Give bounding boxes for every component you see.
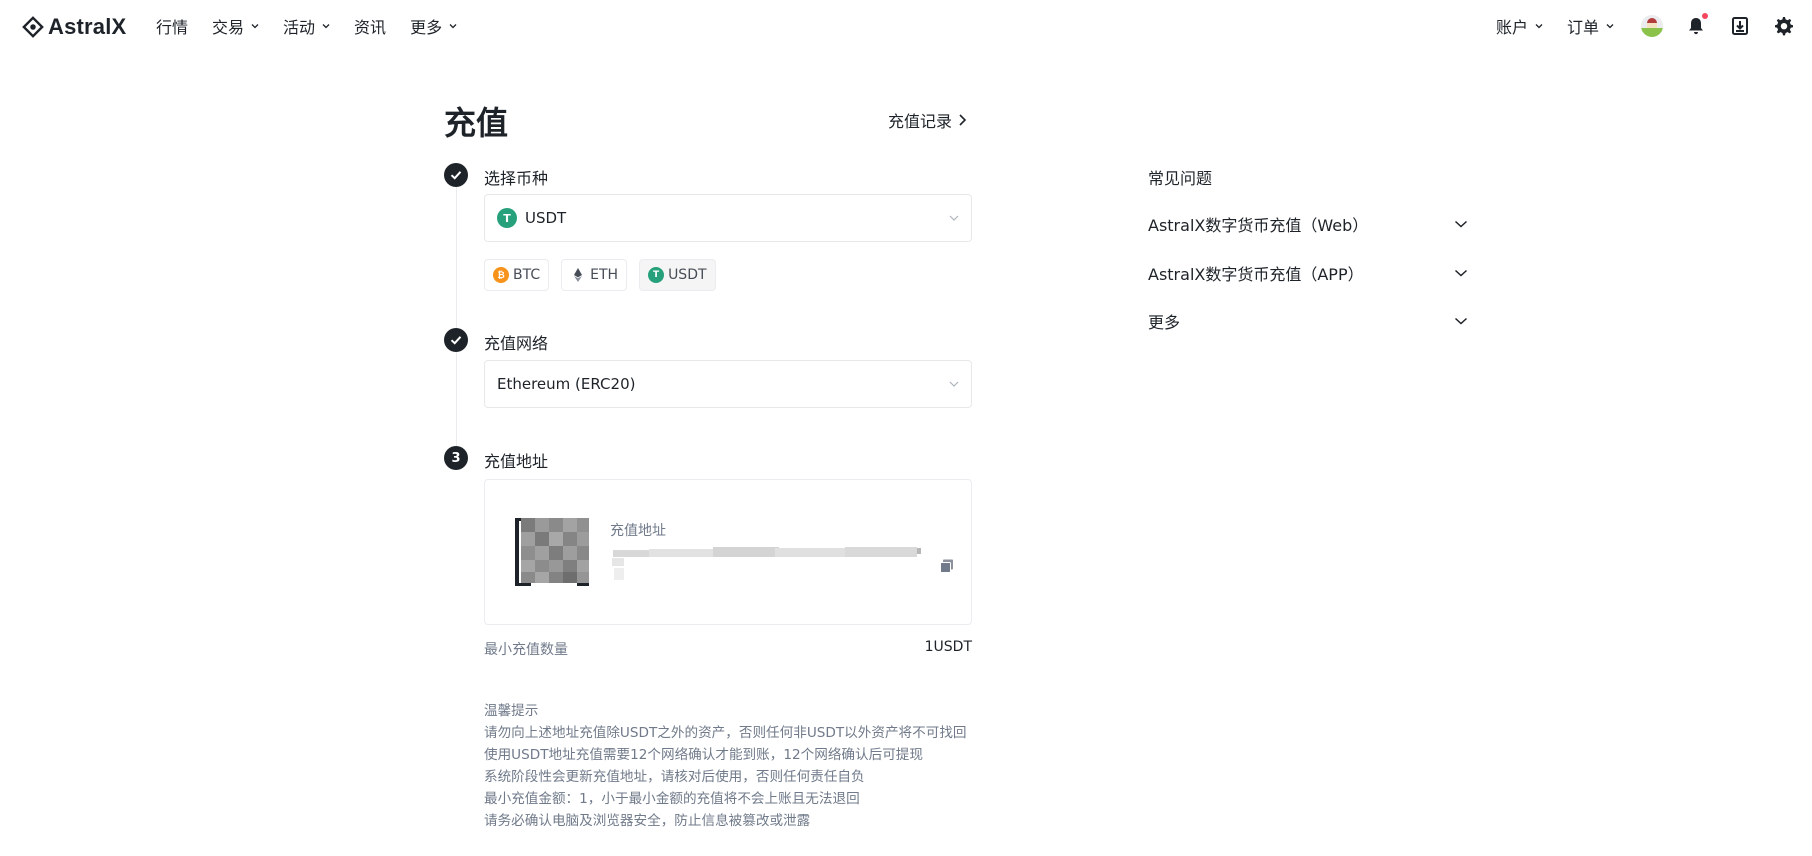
deposit-address-card: 充值地址 [484,479,972,625]
avatar-icon [1641,15,1663,37]
logo-mark-icon [22,16,44,38]
coin-chip-usdt[interactable]: T USDT [639,259,716,291]
qr-code[interactable] [515,516,591,588]
min-deposit-row: 最小充值数量 1USDT [484,639,972,659]
avatar[interactable] [1638,12,1666,40]
min-deposit-label: 最小充值数量 [484,642,568,658]
coin-chip-btc[interactable]: ₿ BTC [484,259,550,291]
faq-item-more[interactable]: 更多 [1148,308,1468,334]
chevron-down-icon [949,215,959,221]
page-title: 充值 [444,104,509,142]
tips-title: 温馨提示 [484,703,539,719]
chip-label: USDT [668,267,707,283]
check-icon [450,171,462,180]
faq-item-label: AstralX数字货币充值（APP） [1148,265,1364,284]
download-icon [1732,17,1748,35]
coin-quick-chips: ₿ BTC ETH T USDT [484,259,716,291]
step-1-label: 选择币种 [484,169,549,188]
step-3-label: 充值地址 [484,452,549,471]
step-connector [456,176,457,446]
nav-item-trade[interactable]: 交易 [212,14,259,38]
history-link-label: 充值记录 [888,112,953,131]
bell-icon [1689,18,1703,35]
btc-icon: ₿ [493,267,509,283]
nav-label: 账户 [1495,18,1528,37]
chevron-down-icon [1535,24,1543,29]
faq-item-web[interactable]: AstralX数字货币充值（Web） [1148,211,1468,237]
chevron-down-icon [251,24,259,29]
step-2-check [444,328,468,352]
gear-icon [1775,17,1793,36]
nav-left: 行情 交易 活动 资讯 更多 [156,14,457,38]
nav-item-account[interactable]: 账户 [1496,14,1543,38]
tips-line: 系统阶段性会更新充值地址，请核对后使用，否则任何责任自负 [484,769,865,785]
usdt-icon: T [497,208,517,228]
nav-item-more[interactable]: 更多 [410,14,457,38]
min-deposit-value: 1USDT [924,639,972,655]
step-1-check [444,163,468,187]
chip-label: ETH [590,267,619,283]
chevron-down-icon [1454,317,1468,325]
nav-item-news[interactable]: 资讯 [354,14,386,38]
nav-item-orders[interactable]: 订单 [1567,14,1614,38]
chevron-down-icon [449,24,457,29]
nav-label: 订单 [1566,18,1599,37]
nav-label: 行情 [156,18,189,37]
brand-name: AstralX [48,14,127,39]
chevron-down-icon [1454,220,1468,228]
chevron-down-icon [1454,269,1468,277]
faq-item-label: AstralX数字货币充值（Web） [1148,216,1369,235]
settings-button[interactable] [1770,12,1798,40]
tips-line: 请勿向上述地址充值除USDT之外的资产，否则任何非USDT以外资产将不可找回 [484,725,967,741]
address-value-redacted[interactable] [609,546,925,586]
chevron-down-icon [1606,24,1614,29]
tips-line: 使用USDT地址充值需要12个网络确认才能到账，12个网络确认后可提现 [484,747,923,763]
faq-title: 常见问题 [1148,169,1213,188]
chevron-down-icon [322,24,330,29]
deposit-tips: 温馨提示 请勿向上述地址充值除USDT之外的资产，否则任何非USDT以外资产将不… [484,700,972,832]
faq-item-app[interactable]: AstralX数字货币充值（APP） [1148,260,1468,286]
chevron-down-icon [949,381,959,387]
step-2-label: 充值网络 [484,334,549,353]
usdt-icon: T [648,267,665,283]
notification-button[interactable] [1682,12,1710,40]
eth-icon [574,268,583,282]
chip-label: BTC [513,267,541,283]
coin-select-value: USDT [525,209,567,227]
nav-right: 账户 订单 [1496,12,1798,40]
faq-item-label: 更多 [1148,313,1181,332]
address-label: 充值地址 [610,523,666,539]
brand-logo[interactable]: AstralX [22,14,126,40]
check-icon [450,336,462,345]
nav-item-market[interactable]: 行情 [156,14,188,38]
tips-line: 最小充值金额：1，小于最小金额的充值将不会上账且无法退回 [484,791,860,807]
coin-chip-eth[interactable]: ETH [561,259,628,291]
coin-select[interactable]: T USDT [484,194,972,242]
download-button[interactable] [1726,12,1754,40]
nav-label: 活动 [283,18,316,37]
network-select-value: Ethereum (ERC20) [497,375,636,393]
chevron-right-icon [959,114,967,126]
tips-line: 请务必确认电脑及浏览器安全，防止信息被篡改或泄露 [484,813,811,829]
nav-label: 资讯 [354,18,387,37]
deposit-history-link[interactable]: 充值记录 [888,108,968,132]
nav-item-activity[interactable]: 活动 [283,14,330,38]
nav-label: 更多 [410,18,443,37]
copy-icon[interactable] [939,558,955,574]
top-nav: AstralX 行情 交易 活动 资讯 更多 账户 订单 [0,0,1812,54]
notification-dot [1702,13,1708,19]
nav-label: 交易 [212,18,245,37]
network-select[interactable]: Ethereum (ERC20) [484,360,972,408]
step-3-number: 3 [444,446,468,470]
